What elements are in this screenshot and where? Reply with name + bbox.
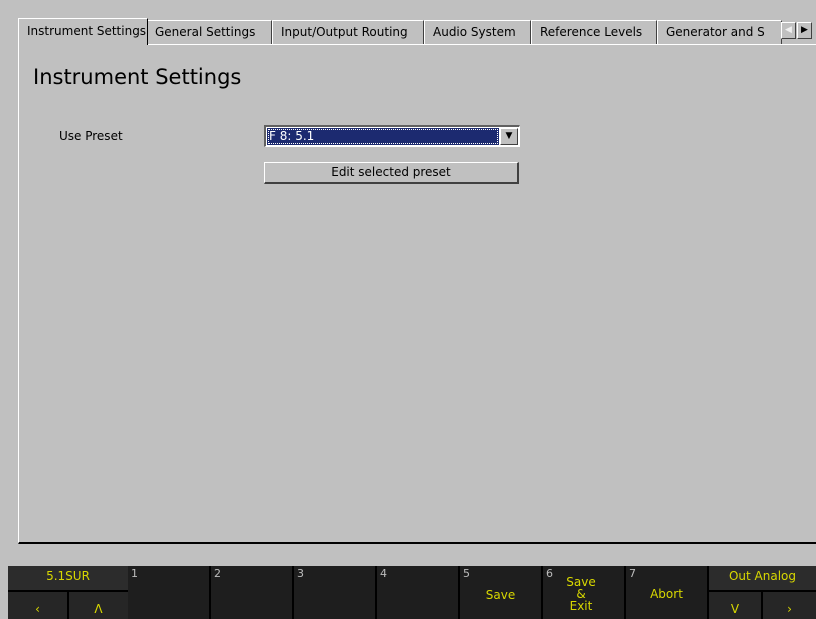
preset-dropdown[interactable]: F 8: 5.1 ▼	[264, 125, 520, 147]
softkey-left-group: 5.1SUR ‹ Λ	[8, 566, 128, 619]
softkey-right-group: Out Analog V ›	[709, 566, 816, 619]
softkey-number: 7	[629, 567, 636, 580]
softkey-2[interactable]: 2	[211, 566, 292, 619]
save-label: Save	[485, 588, 516, 602]
save-softkey[interactable]: 5 Save	[460, 566, 541, 619]
softkey-number: 1	[131, 567, 138, 580]
page-title: Instrument Settings	[33, 65, 242, 89]
settings-panel: Instrument Settings Use Preset F 8: 5.1 …	[18, 44, 816, 544]
softkey-number: 3	[297, 567, 304, 580]
softkey-1[interactable]: 1	[128, 566, 209, 619]
tab-general-settings[interactable]: General Settings	[146, 20, 272, 44]
tab-instrument-settings[interactable]: Instrument Settings	[18, 18, 148, 45]
tab-strip: General Settings Input/Output Routing Au…	[18, 18, 816, 45]
tab-scroll-left-icon[interactable]: ◀	[781, 22, 796, 39]
use-preset-label: Use Preset	[59, 129, 123, 143]
abort-label: Abort	[650, 587, 683, 601]
right-arrow-softkey[interactable]: ›	[763, 592, 816, 619]
tab-input-output-routing[interactable]: Input/Output Routing	[272, 20, 424, 44]
save-and-exit-label-line3: Exit	[569, 599, 593, 613]
preset-selected-value[interactable]: F 8: 5.1	[267, 128, 499, 145]
softkey-number: 2	[214, 567, 221, 580]
tab-reference-levels[interactable]: Reference Levels	[531, 20, 657, 44]
left-arrow-softkey[interactable]: ‹	[8, 592, 67, 619]
edit-selected-preset-button[interactable]: Edit selected preset	[264, 162, 519, 184]
softkey-4[interactable]: 4	[377, 566, 458, 619]
instrument-settings-window: General Settings Input/Output Routing Au…	[0, 0, 816, 619]
tab-scroll-right-icon[interactable]: ▶	[797, 22, 812, 39]
softkey-number: 5	[463, 567, 470, 580]
tab-audio-system[interactable]: Audio System	[424, 20, 531, 44]
meter-mode-softkey[interactable]: 5.1SUR	[8, 566, 128, 590]
output-select-softkey[interactable]: Out Analog	[709, 566, 816, 590]
softkey-number: 4	[380, 567, 387, 580]
tab-generator-and-s[interactable]: Generator and S	[657, 20, 782, 44]
softkey-bar: 5.1SUR ‹ Λ 1 2 3 4 5 Save 6 Save & Exit …	[8, 566, 816, 619]
down-arrow-softkey[interactable]: V	[709, 592, 761, 619]
abort-softkey[interactable]: 7 Abort	[626, 566, 707, 619]
up-arrow-softkey[interactable]: Λ	[69, 592, 128, 619]
dropdown-arrow-icon[interactable]: ▼	[500, 128, 518, 145]
softkey-3[interactable]: 3	[294, 566, 375, 619]
save-and-exit-softkey[interactable]: 6 Save & Exit	[543, 566, 624, 619]
